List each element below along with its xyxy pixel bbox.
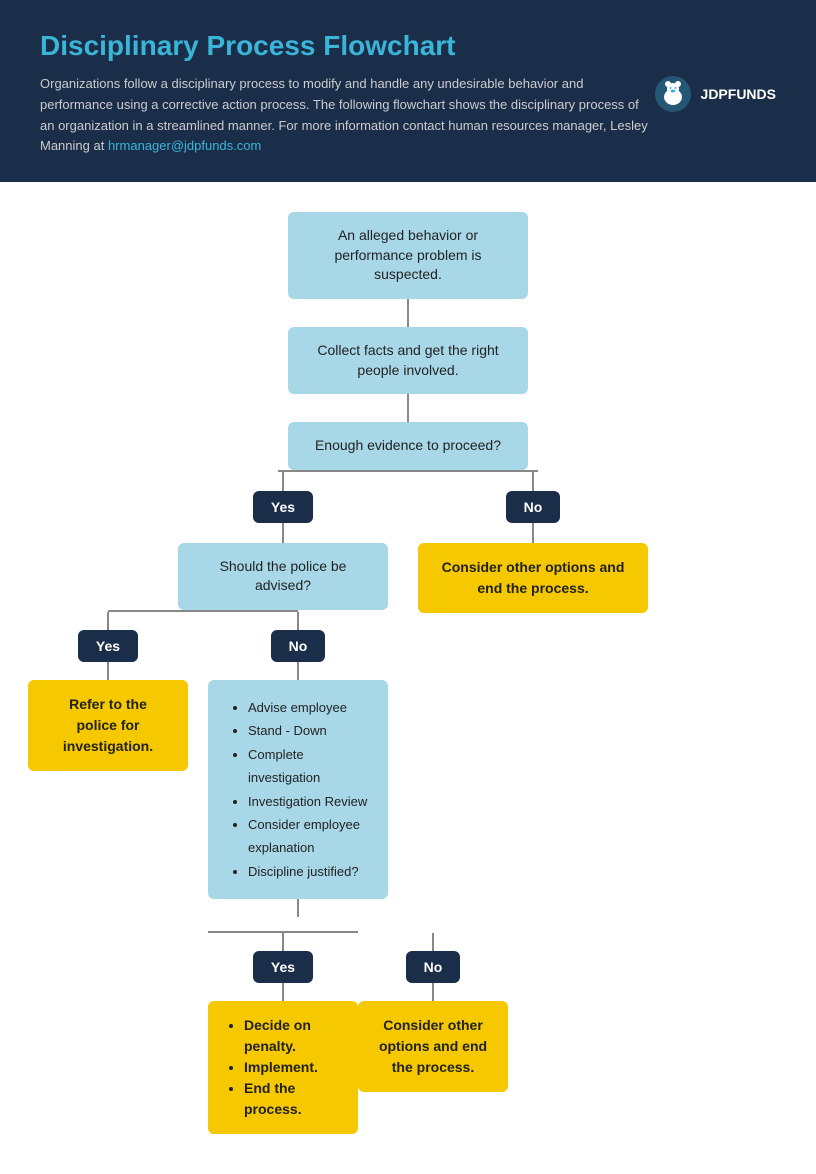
list-item: Decide on penalty. [244,1015,338,1057]
branch-yes-police: Yes Refer to the police for investigatio… [13,612,203,771]
box-police-advised: Should the police be advised? [178,543,388,610]
logo-icon [653,74,693,114]
list-item: Advise employee [248,696,368,719]
yes-label-2: Yes [78,630,138,662]
list-item: Stand - Down [248,719,368,742]
connector-2 [407,394,409,422]
yes-label-3: Yes [253,951,313,983]
no-label-1: No [506,491,561,523]
box-consider-other-1: Consider other options and end the proce… [418,543,648,613]
branch-no-discipline: No Consider other options and end the pr… [358,933,508,1134]
box-refer-police: Refer to the police for investigation. [28,680,188,771]
list-item: End the process. [244,1078,338,1120]
sub-branch-police: Yes Refer to the police for investigatio… [13,610,393,1134]
flowchart-area: An alleged behavior or performance probl… [0,182,816,1174]
list-item: Investigation Review [248,790,368,813]
connector-1 [407,299,409,327]
header-description: Organizations follow a disciplinary proc… [40,74,653,157]
branch-no-1: No Consider other options and end the pr… [408,471,658,613]
logo-text: JDPFUNDS [701,86,776,102]
box-investigation-steps: Advise employee Stand - Down Complete in… [208,680,388,899]
header: Disciplinary Process Flowchart Organizat… [0,0,816,182]
list-item: Implement. [244,1057,338,1078]
yes-label-1: Yes [253,491,313,523]
list-item: Discipline justified? [248,860,368,883]
branch-discipline [208,917,508,933]
no-label-3: No [406,951,461,983]
list-item: Consider employee explanation [248,813,368,860]
logo-area: JDPFUNDS [653,74,776,114]
box-penalty: Decide on penalty. Implement. End the pr… [208,1001,358,1134]
branch-yes-1: Yes Should the police be advised? [158,471,408,1134]
email-link[interactable]: hrmanager@jdpfunds.com [108,138,261,153]
box-enough-evidence: Enough evidence to proceed? [288,422,528,470]
no-label-2: No [271,630,326,662]
branch-evidence: Yes Should the police be advised? [158,470,658,1134]
page-title: Disciplinary Process Flowchart [40,30,653,62]
list-item: Complete investigation [248,743,368,790]
branch-yes-discipline: Yes Decide on penalty. Implement. End th… [208,933,358,1134]
box-consider-other-2: Consider other options and end the proce… [358,1001,508,1092]
box-collect-facts: Collect facts and get the right people i… [288,327,528,394]
branch-discipline-labels: Yes Decide on penalty. Implement. End th… [208,933,508,1134]
box-alleged-behavior: An alleged behavior or performance probl… [288,212,528,299]
header-left: Disciplinary Process Flowchart Organizat… [40,30,653,157]
